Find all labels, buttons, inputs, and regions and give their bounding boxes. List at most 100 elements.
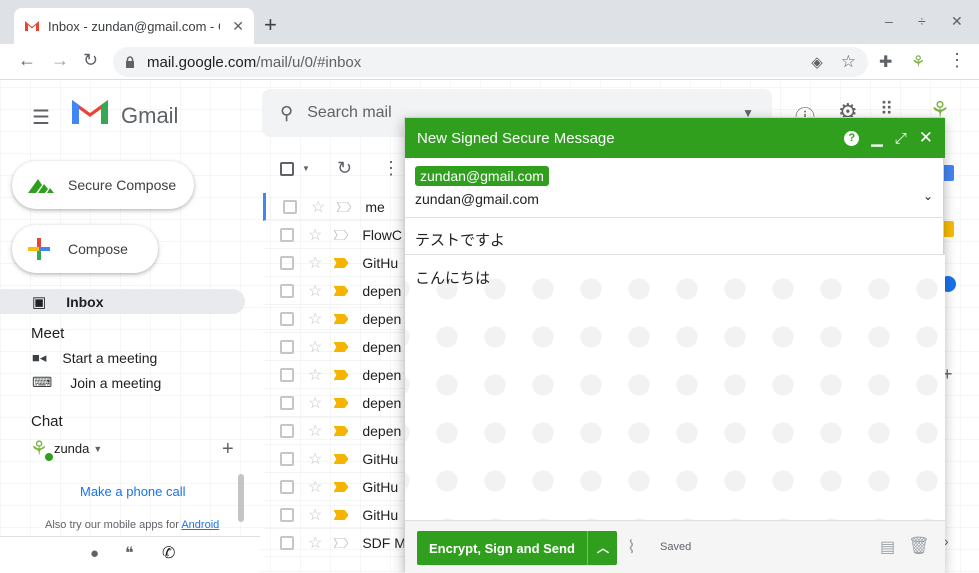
extensions-puzzle-icon[interactable]: ✚ bbox=[879, 52, 892, 72]
join-meeting-item[interactable]: ⌨ Join a meeting bbox=[32, 374, 161, 391]
mobile-tip-text: Also try our mobile apps for bbox=[45, 519, 179, 531]
select-all-checkbox[interactable] bbox=[280, 162, 294, 176]
row-checkbox[interactable] bbox=[280, 507, 294, 522]
row-checkbox[interactable] bbox=[280, 283, 294, 298]
start-meeting-item[interactable]: ■◂ Start a meeting bbox=[32, 350, 157, 366]
send-options-chevron-up-icon[interactable]: ︿ bbox=[597, 539, 609, 556]
importance-marker-icon[interactable] bbox=[334, 257, 349, 268]
row-checkbox[interactable] bbox=[283, 199, 297, 214]
star-icon[interactable]: ☆ bbox=[308, 309, 322, 329]
message-body[interactable]: こんにちは bbox=[405, 255, 945, 520]
secure-compose-window: New Signed Secure Message ? ▁ ⤢ ✕ zundan… bbox=[404, 117, 945, 573]
row-checkbox[interactable] bbox=[280, 535, 294, 550]
row-checkbox[interactable] bbox=[280, 227, 294, 242]
importance-marker-icon[interactable] bbox=[334, 397, 349, 408]
importance-marker-icon[interactable] bbox=[334, 425, 349, 436]
star-icon[interactable]: ☆ bbox=[308, 505, 322, 525]
select-dropdown-icon[interactable]: ▼ bbox=[302, 164, 310, 173]
row-checkbox[interactable] bbox=[280, 255, 294, 270]
star-icon[interactable]: ☆ bbox=[308, 337, 322, 357]
contacts-person-icon[interactable]: ● bbox=[90, 545, 99, 562]
url-host: mail.google.com bbox=[147, 53, 257, 71]
star-icon[interactable]: ☆ bbox=[308, 421, 322, 441]
star-icon[interactable]: ☆ bbox=[311, 197, 325, 217]
secure-compose-button[interactable]: Secure Compose bbox=[12, 161, 195, 209]
row-checkbox[interactable] bbox=[280, 367, 294, 382]
close-compose-icon[interactable]: ✕ bbox=[919, 128, 933, 148]
importance-marker-icon[interactable] bbox=[334, 313, 349, 324]
more-actions-icon[interactable]: ⋮ bbox=[382, 158, 400, 179]
importance-marker-icon[interactable] bbox=[334, 369, 349, 380]
flowcrypt-extension-icon[interactable]: ⚘ bbox=[911, 52, 925, 72]
row-checkbox[interactable] bbox=[280, 395, 294, 410]
recipient-chip[interactable]: zundan@gmail.com bbox=[415, 166, 549, 186]
star-icon[interactable]: ☆ bbox=[308, 533, 322, 553]
star-icon[interactable]: ☆ bbox=[308, 365, 322, 385]
compose-button[interactable]: Compose bbox=[12, 225, 158, 273]
search-icon[interactable]: ⚲ bbox=[280, 103, 293, 124]
chevron-down-icon[interactable]: ▼ bbox=[93, 444, 102, 454]
signature-doc-icon[interactable]: ▤ bbox=[880, 537, 895, 557]
sidebar-scrollbar[interactable] bbox=[238, 474, 244, 522]
video-camera-icon: ■◂ bbox=[32, 350, 47, 365]
star-icon[interactable]: ☆ bbox=[308, 225, 322, 245]
row-checkbox[interactable] bbox=[280, 479, 294, 494]
main-menu-icon[interactable]: ☰ bbox=[32, 105, 50, 130]
row-checkbox[interactable] bbox=[280, 311, 294, 326]
importance-marker-icon[interactable] bbox=[334, 481, 349, 492]
from-select[interactable]: zundan@gmail.com bbox=[415, 191, 539, 207]
chat-user-name: zunda bbox=[53, 441, 90, 456]
star-icon[interactable]: ☆ bbox=[308, 281, 322, 301]
delete-draft-trash-icon[interactable]: 🗑 bbox=[908, 536, 930, 556]
compose-header: New Signed Secure Message ? ▁ ⤢ ✕ bbox=[405, 118, 945, 158]
star-icon[interactable]: ☆ bbox=[308, 449, 322, 469]
forward-icon[interactable]: → bbox=[51, 50, 69, 71]
star-icon[interactable]: ☆ bbox=[308, 393, 322, 413]
importance-marker-icon[interactable] bbox=[334, 453, 349, 464]
refresh-icon[interactable]: ↻ bbox=[337, 158, 352, 179]
close-tab-icon[interactable]: ✕ bbox=[232, 18, 244, 35]
reload-icon[interactable]: ↻ bbox=[83, 50, 98, 71]
star-icon[interactable]: ☆ bbox=[308, 253, 322, 273]
row-checkbox[interactable] bbox=[280, 339, 294, 354]
importance-marker-icon[interactable] bbox=[334, 285, 349, 296]
help-question-icon[interactable]: ? bbox=[844, 130, 860, 146]
view-site-info-icon[interactable]: ◈ bbox=[811, 53, 823, 71]
make-phone-call-link[interactable]: Make a phone call bbox=[80, 484, 186, 499]
address-bar[interactable]: mail.google.com/mail/u/0/#inbox ◈ ☆ bbox=[113, 47, 868, 77]
sender-name: depen bbox=[362, 310, 402, 327]
back-icon[interactable]: ← bbox=[18, 50, 36, 71]
search-input[interactable]: Search mail bbox=[307, 104, 391, 122]
maximize-icon[interactable]: ÷ bbox=[918, 13, 926, 29]
minimize-icon[interactable]: – bbox=[885, 13, 893, 29]
minimize-compose-icon[interactable]: ▁ bbox=[871, 129, 883, 147]
browser-menu-icon[interactable]: ⋮ bbox=[948, 50, 966, 71]
close-window-icon[interactable]: ✕ bbox=[951, 13, 963, 30]
importance-marker-icon[interactable] bbox=[334, 229, 349, 240]
sidebar-item-inbox[interactable]: ▣ Inbox bbox=[0, 289, 245, 314]
importance-marker-icon[interactable] bbox=[337, 201, 352, 212]
row-checkbox[interactable] bbox=[280, 423, 294, 438]
bookmark-star-icon[interactable]: ☆ bbox=[841, 52, 856, 72]
star-icon[interactable]: ☆ bbox=[308, 477, 322, 497]
importance-marker-icon[interactable] bbox=[334, 509, 349, 520]
subject-field[interactable]: テストですよ bbox=[405, 218, 945, 255]
attachment-paperclip-icon[interactable]: ⌇ bbox=[627, 537, 636, 558]
add-chat-icon[interactable]: + bbox=[222, 438, 234, 461]
from-chevron-down-icon[interactable]: ⌄ bbox=[923, 189, 933, 203]
recipients-area[interactable]: zundan@gmail.com zundan@gmail.com ⌄ bbox=[405, 158, 945, 218]
row-checkbox[interactable] bbox=[280, 451, 294, 466]
hangouts-quote-icon[interactable]: ❝ bbox=[125, 543, 134, 563]
android-link[interactable]: Android bbox=[181, 519, 219, 531]
chat-user-item[interactable]: ⚘ zunda ▼ bbox=[30, 436, 102, 462]
browser-tab[interactable]: Inbox - zundan@gmail.com - Gmail ✕ bbox=[14, 8, 254, 44]
encrypt-sign-send-button[interactable]: Encrypt, Sign and Send ︿ bbox=[417, 531, 617, 565]
phone-icon[interactable]: ✆ bbox=[162, 543, 175, 563]
new-tab-button[interactable]: + bbox=[264, 12, 277, 38]
expand-compose-icon[interactable]: ⤢ bbox=[895, 130, 907, 147]
importance-marker-icon[interactable] bbox=[334, 341, 349, 352]
send-divider bbox=[587, 531, 588, 565]
url-path: /mail/u/0/#inbox bbox=[256, 53, 362, 71]
importance-marker-icon[interactable] bbox=[334, 537, 349, 548]
online-status-dot bbox=[44, 452, 54, 462]
